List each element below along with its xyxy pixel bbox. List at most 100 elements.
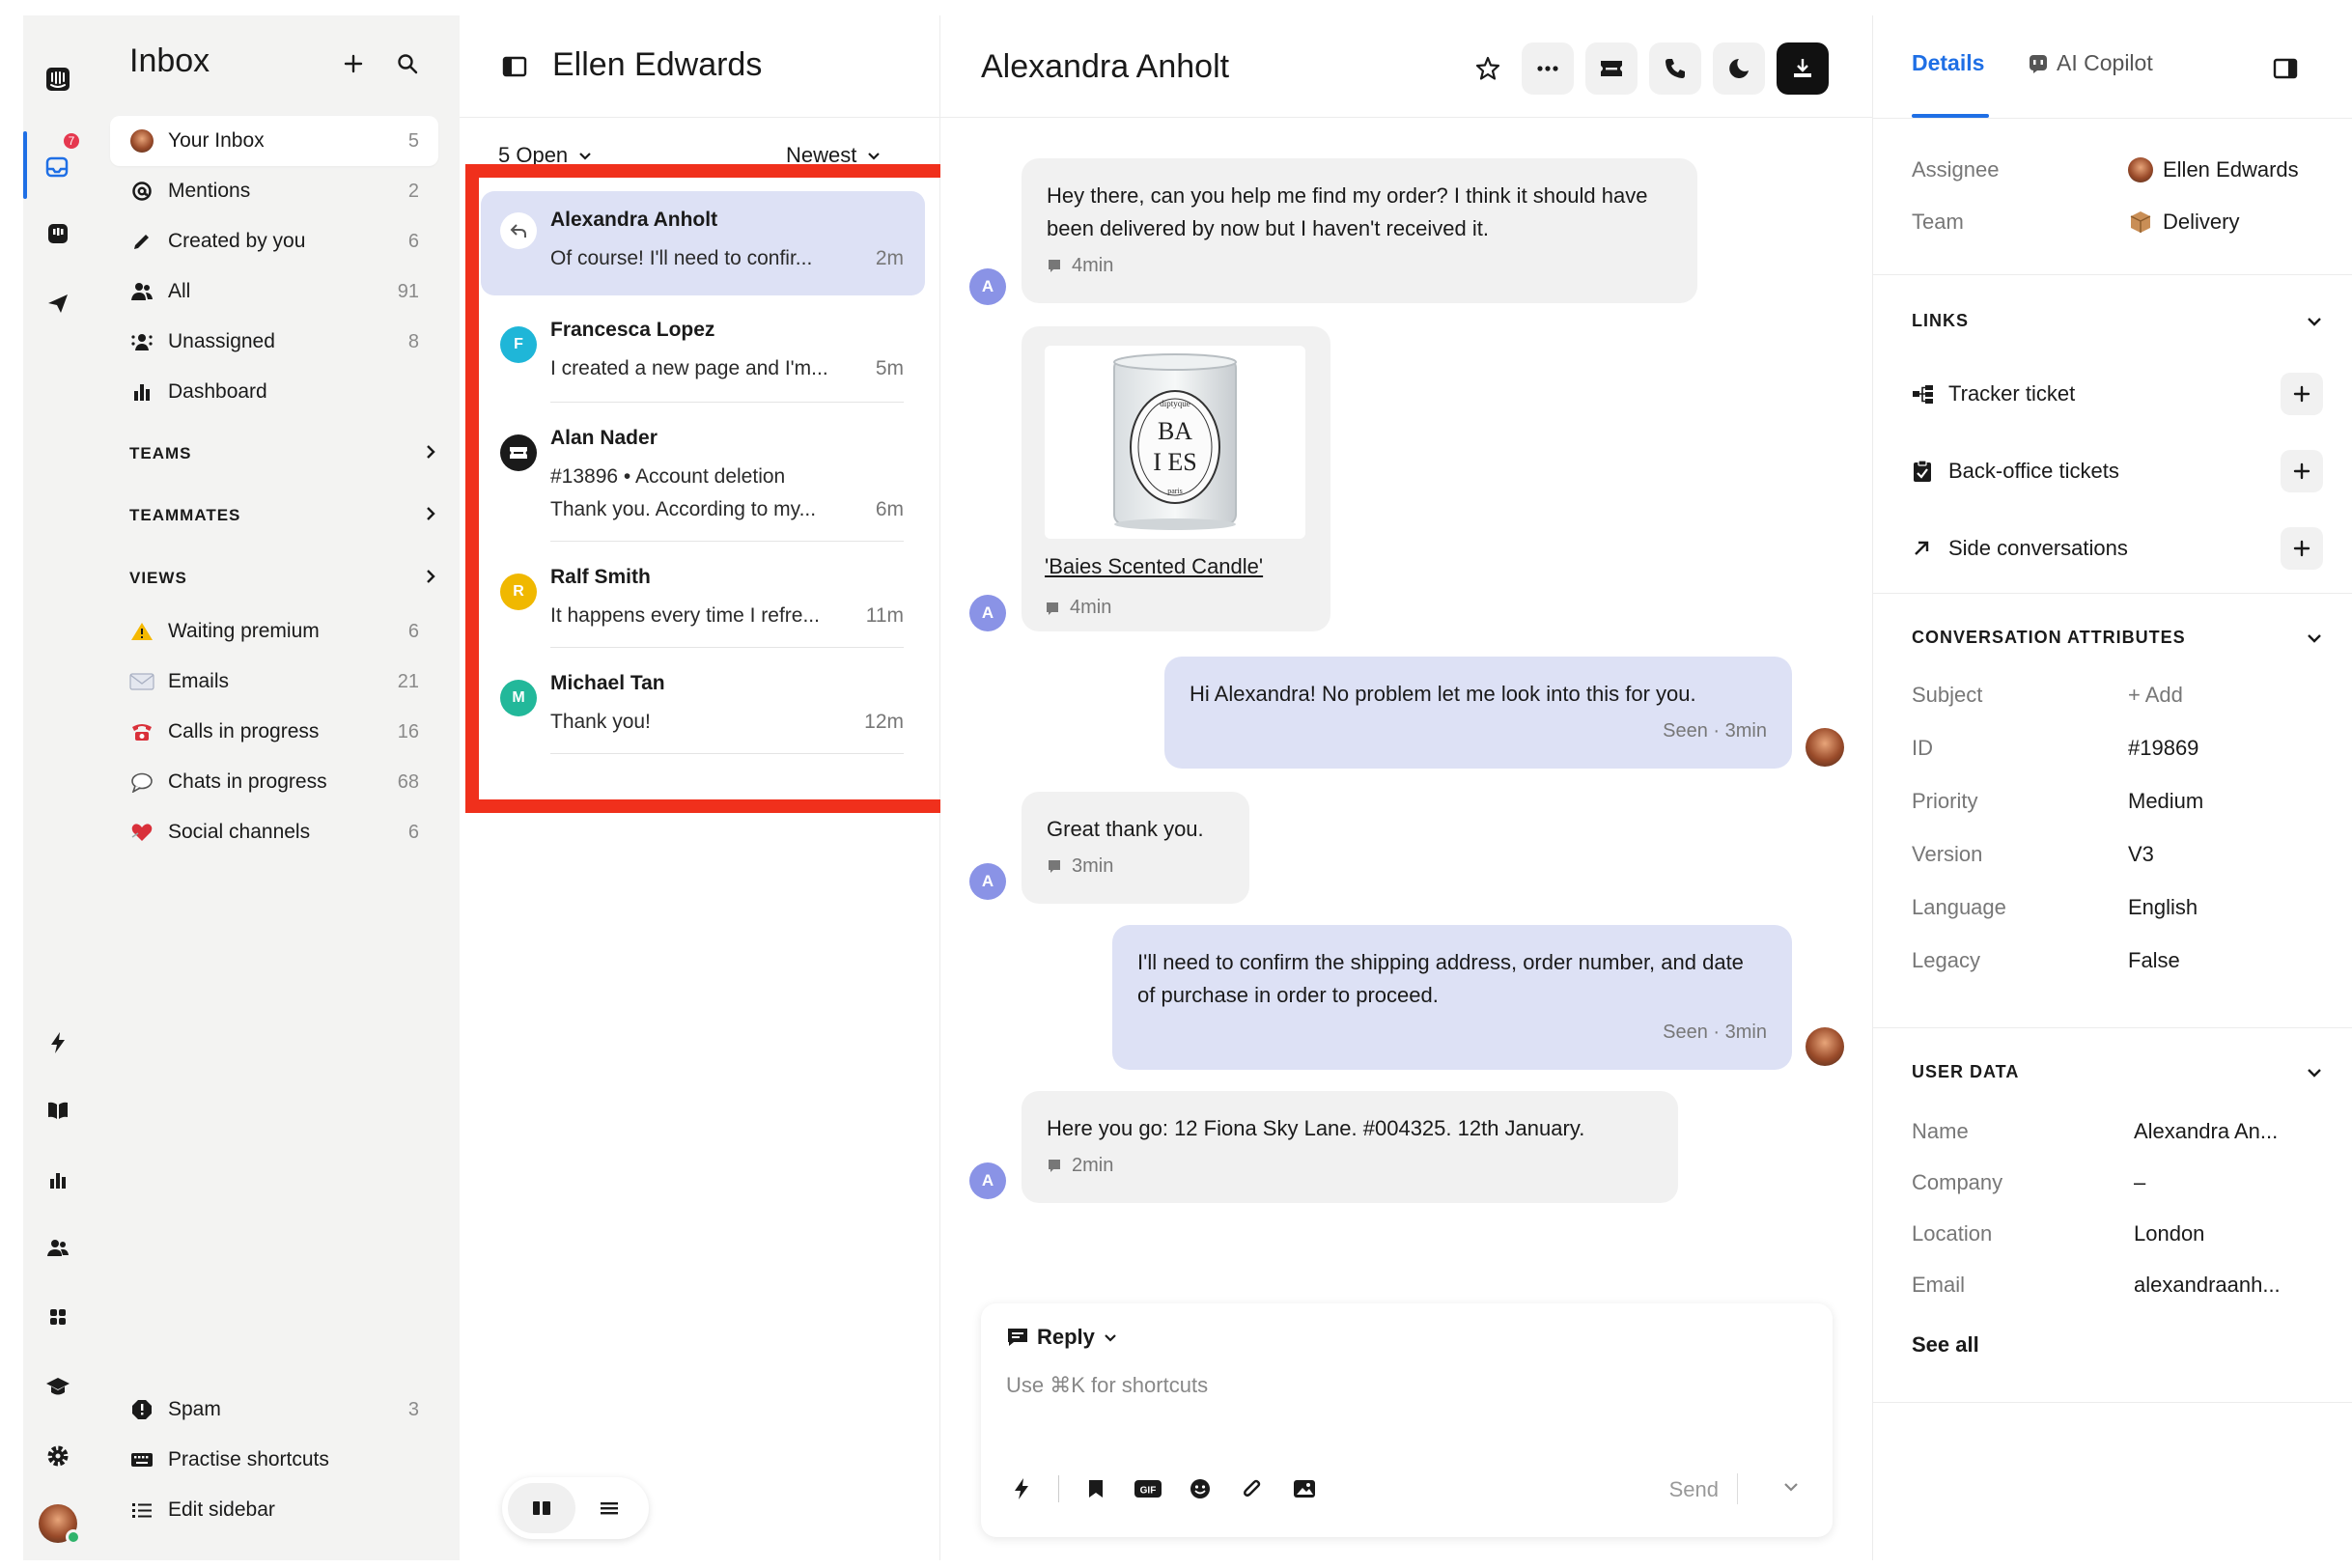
columns-view-button[interactable]	[508, 1483, 575, 1533]
attributes-title: CONVERSATION ATTRIBUTES	[1912, 628, 2186, 647]
section-divider	[1873, 593, 2352, 594]
attributes-section-header[interactable]: CONVERSATION ATTRIBUTES	[1912, 628, 2323, 648]
sidebar-item-chats-in-progress[interactable]: Chats in progress 68	[110, 757, 438, 807]
assignee-row[interactable]: Assignee Ellen Edwards	[1912, 151, 2327, 189]
gif-icon[interactable]: GIF	[1133, 1473, 1163, 1504]
bar-chart-icon[interactable]	[23, 1159, 93, 1201]
product-card[interactable]: diptyque BA I ES paris 'Baies Scented Ca…	[1022, 326, 1330, 631]
chat-icon	[1049, 260, 1060, 272]
sidebar-item-practise-shortcuts[interactable]: Practise shortcuts	[110, 1435, 438, 1485]
sidebar-item-edit-sidebar[interactable]: Edit sidebar	[110, 1485, 438, 1535]
sidebar-item-label: Chats in progress	[168, 770, 327, 793]
team-row[interactable]: Team Delivery	[1912, 203, 2327, 241]
sidebar-item-calls-in-progress[interactable]: Calls in progress 16	[110, 707, 438, 757]
call-button[interactable]	[1649, 42, 1701, 95]
chat-icon	[1049, 1160, 1060, 1172]
emoji-icon[interactable]	[1185, 1473, 1216, 1504]
sidebar-item-label: Your Inbox	[168, 129, 265, 152]
section-views[interactable]: VIEWS	[129, 559, 438, 598]
sidebar-item-created-by-you[interactable]: Created by you 6	[110, 216, 438, 266]
customer-avatar: A	[969, 863, 1006, 900]
section-divider	[1873, 274, 2352, 275]
sidebar-toggle-icon[interactable]	[500, 52, 529, 81]
people-icon	[129, 279, 154, 304]
see-all-link[interactable]: See all	[1912, 1332, 1979, 1358]
user-data-row: Company –	[1912, 1163, 2327, 1202]
conversation-pane: Alexandra Anholt A Hey there, can you he…	[940, 15, 1873, 1560]
add-side-conversation-button[interactable]	[2281, 527, 2323, 570]
inbox-icon[interactable]	[23, 145, 93, 187]
star-button[interactable]	[1462, 42, 1514, 95]
paper-plane-icon[interactable]	[23, 282, 93, 324]
reply-mode-dropdown[interactable]: Reply	[1006, 1325, 1118, 1350]
panel-toggle-icon[interactable]	[2271, 54, 2300, 83]
user-data-key: Company	[1912, 1170, 2003, 1194]
section-teams[interactable]: TEAMS	[129, 434, 438, 473]
send-divider	[1737, 1473, 1738, 1504]
add-tracker-ticket-button[interactable]	[2281, 373, 2323, 415]
links-section-header[interactable]: LINKS	[1912, 311, 2323, 331]
tab-details[interactable]: Details	[1912, 50, 1984, 76]
sidebar-item-all[interactable]: All 91	[110, 266, 438, 317]
message-bubble: Here you go: 12 Fiona Sky Lane. #004325.…	[1022, 1091, 1678, 1203]
message-text: Hey there, can you help me find my order…	[1047, 183, 1648, 240]
bookmark-icon[interactable]	[1080, 1473, 1111, 1504]
attribute-row[interactable]: Language English	[1912, 888, 2327, 927]
attribute-value: Medium	[2128, 789, 2204, 813]
reports-icon[interactable]	[23, 212, 93, 255]
attribute-row[interactable]: ID #19869	[1912, 729, 2327, 768]
agent-avatar	[1806, 1027, 1844, 1066]
reply-input[interactable]	[1006, 1373, 1798, 1398]
attribute-row[interactable]: Version V3	[1912, 835, 2327, 874]
close-conversation-button[interactable]	[1777, 42, 1829, 95]
search-icon[interactable]	[392, 48, 423, 79]
details-panel: Details AI Copilot Assignee Ellen Edward…	[1873, 15, 2352, 1560]
chevron-down-icon	[2308, 633, 2321, 643]
book-icon[interactable]	[23, 1089, 93, 1132]
sidebar-item-mentions[interactable]: Mentions 2	[110, 166, 438, 216]
sidebar-item-your-inbox[interactable]: Your Inbox 5	[110, 116, 438, 166]
attribute-row[interactable]: Legacy False	[1912, 941, 2327, 980]
candle-label-top: diptyque	[1160, 399, 1190, 408]
snooze-button[interactable]	[1713, 42, 1765, 95]
lightning-icon[interactable]	[23, 1022, 93, 1064]
user-data-section-header[interactable]: USER DATA	[1912, 1062, 2323, 1082]
apps-icon[interactable]	[23, 1296, 93, 1338]
sidebar-item-emails[interactable]: Emails 21	[110, 657, 438, 707]
add-back-office-ticket-button[interactable]	[2281, 450, 2323, 492]
product-link[interactable]: 'Baies Scented Candle'	[1045, 554, 1263, 579]
send-button[interactable]: Send	[1669, 1477, 1719, 1502]
sidebar-item-spam[interactable]: Spam 3	[110, 1385, 438, 1435]
lightning-icon[interactable]	[1006, 1473, 1037, 1504]
heart-icon	[129, 820, 154, 845]
assignee-value: Ellen Edwards	[2163, 157, 2299, 182]
plus-icon[interactable]	[338, 48, 369, 79]
contacts-icon[interactable]	[23, 1226, 93, 1269]
send-options-button[interactable]	[1782, 1477, 1800, 1499]
link-side-conversations[interactable]: Side conversations	[1912, 525, 2323, 572]
image-icon[interactable]	[1289, 1473, 1320, 1504]
link-back-office-tickets[interactable]: Back-office tickets	[1912, 448, 2323, 494]
list-view-button[interactable]	[575, 1483, 643, 1533]
more-button[interactable]	[1522, 42, 1574, 95]
gear-icon[interactable]	[23, 1435, 93, 1477]
attribute-row[interactable]: Subject + Add	[1912, 676, 2327, 714]
tab-ai-copilot[interactable]: AI Copilot	[2028, 50, 2153, 76]
section-teammates[interactable]: TEAMMATES	[129, 496, 438, 535]
attribute-value[interactable]: + Add	[2128, 683, 2183, 708]
sidebar-item-unassigned[interactable]: Unassigned 8	[110, 317, 438, 367]
message-text: Great thank you.	[1047, 817, 1204, 841]
sidebar-item-dashboard[interactable]: Dashboard	[110, 367, 438, 417]
sidebar-item-social-channels[interactable]: Social channels 6	[110, 807, 438, 857]
message-time: 4min	[1072, 255, 1114, 276]
paperclip-icon[interactable]	[1237, 1473, 1268, 1504]
attribute-key: ID	[1912, 736, 1933, 760]
message-meta: 4min	[1045, 597, 1111, 619]
plus-icon	[2293, 540, 2310, 557]
graduation-cap-icon[interactable]	[23, 1365, 93, 1408]
attribute-row[interactable]: Priority Medium	[1912, 782, 2327, 821]
logo-icon[interactable]	[23, 58, 93, 100]
ticket-button[interactable]	[1585, 42, 1638, 95]
link-tracker-ticket[interactable]: Tracker ticket	[1912, 371, 2323, 417]
sidebar-item-waiting-premium[interactable]: Waiting premium 6	[110, 606, 438, 657]
